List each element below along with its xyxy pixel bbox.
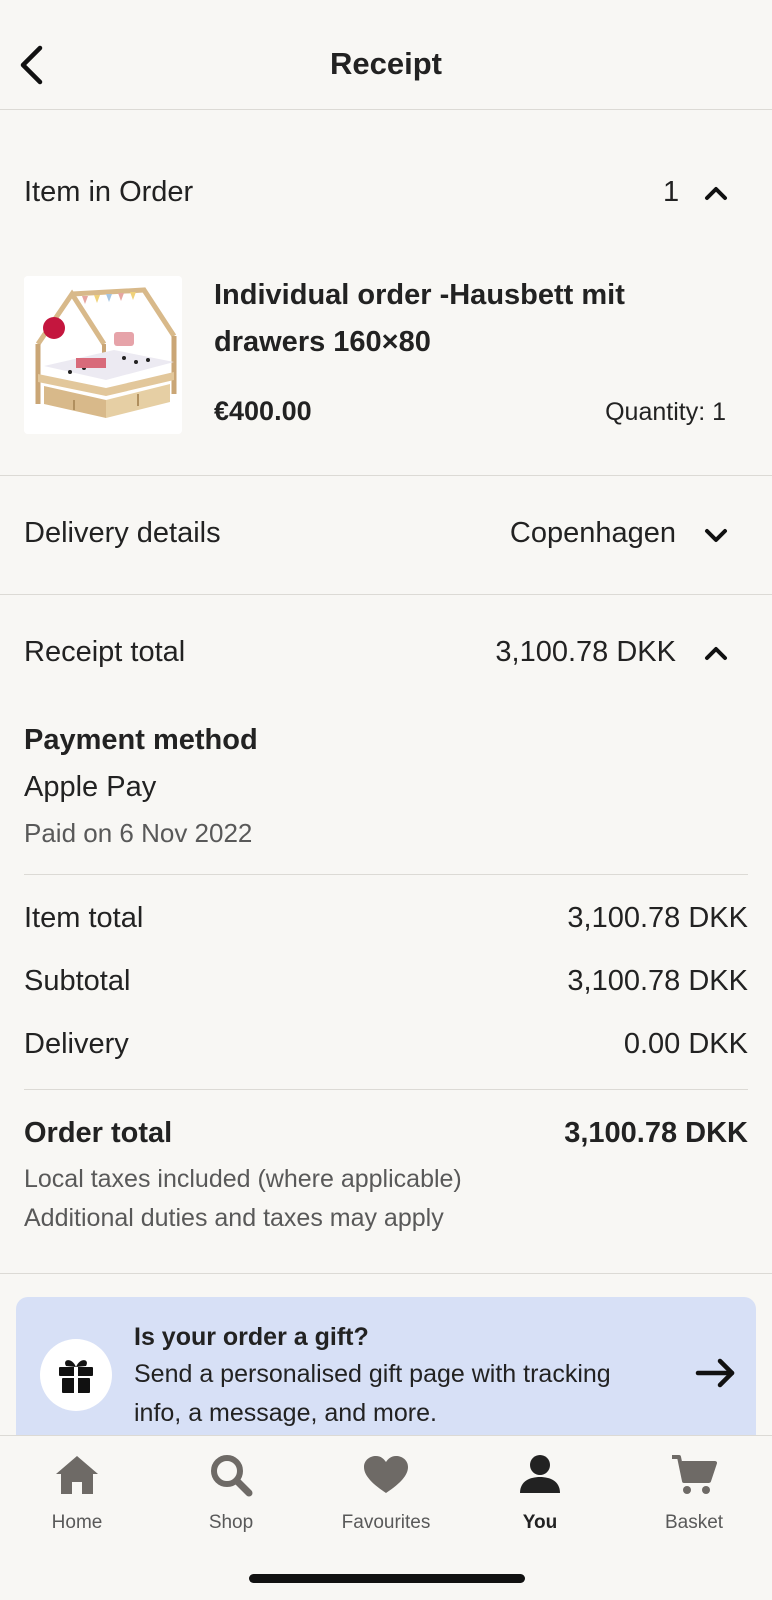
home-indicator bbox=[249, 1574, 525, 1583]
search-icon bbox=[206, 1450, 256, 1500]
divider bbox=[0, 1273, 772, 1274]
tab-label: You bbox=[522, 1512, 558, 1533]
chevron-up-icon bbox=[703, 180, 729, 206]
gift-banner[interactable]: Is your order a gift? Send a personalise… bbox=[16, 1297, 756, 1447]
delivery-cost-label: Delivery bbox=[24, 1028, 129, 1060]
order-total-label: Order total bbox=[24, 1117, 173, 1149]
receipt-total-toggle[interactable]: Receipt total 3,100.78 DKK bbox=[0, 626, 772, 682]
receipt-total-value: 3,100.78 DKK bbox=[495, 636, 676, 668]
divider bbox=[0, 594, 772, 595]
order-total-value: 3,100.78 DKK bbox=[564, 1117, 748, 1149]
gift-banner-title: Is your order a gift? bbox=[134, 1323, 369, 1351]
divider bbox=[24, 1089, 748, 1090]
items-in-order-toggle[interactable]: Item in Order 1 bbox=[0, 166, 772, 222]
payment-method-name: Apple Pay bbox=[24, 771, 157, 803]
delivery-details-label: Delivery details bbox=[24, 517, 221, 549]
arrow-right-icon[interactable] bbox=[694, 1355, 738, 1391]
items-count: 1 bbox=[663, 176, 680, 208]
tab-favourites[interactable]: Favourites bbox=[326, 1450, 446, 1550]
receipt-total-label: Receipt total bbox=[24, 636, 186, 668]
cart-icon bbox=[669, 1450, 719, 1500]
divider bbox=[0, 475, 772, 476]
payment-method-heading: Payment method bbox=[24, 724, 258, 756]
gift-banner-text: Send a personalised gift page with track… bbox=[134, 1360, 611, 1427]
subtotal-label: Subtotal bbox=[24, 965, 131, 997]
delivery-cost-value: 0.00 DKK bbox=[623, 1028, 748, 1060]
chevron-down-icon bbox=[703, 523, 729, 549]
gift-icon bbox=[40, 1339, 112, 1411]
subtotal-value: 3,100.78 DKK bbox=[567, 965, 748, 997]
delivery-details-toggle[interactable]: Delivery details Copenhagen bbox=[0, 507, 772, 563]
tab-label: Basket bbox=[664, 1512, 724, 1533]
heart-icon bbox=[361, 1450, 411, 1500]
items-in-order-label: Item in Order bbox=[24, 176, 194, 208]
divider bbox=[24, 874, 748, 875]
item-total-label: Item total bbox=[24, 902, 144, 934]
tab-home[interactable]: Home bbox=[17, 1450, 137, 1550]
duties-note: Additional duties and taxes may apply bbox=[24, 1204, 444, 1232]
tab-label: Shop bbox=[208, 1512, 254, 1533]
tab-shop[interactable]: Shop bbox=[171, 1450, 291, 1550]
person-icon bbox=[515, 1450, 565, 1500]
tax-note: Local taxes included (where applicable) bbox=[24, 1165, 462, 1193]
product-quantity: Quantity: 1 bbox=[605, 398, 726, 426]
item-total-value: 3,100.78 DKK bbox=[567, 902, 748, 934]
tab-you[interactable]: You bbox=[480, 1450, 600, 1550]
paid-on-date: Paid on 6 Nov 2022 bbox=[24, 818, 253, 848]
page-title: Receipt bbox=[330, 46, 442, 81]
home-icon bbox=[52, 1450, 102, 1500]
tab-label: Home bbox=[51, 1512, 103, 1533]
chevron-up-icon bbox=[703, 640, 729, 666]
product-title[interactable]: Individual order -Hausbett mit drawers 1… bbox=[214, 272, 734, 366]
product-image[interactable] bbox=[24, 276, 182, 434]
header: Receipt bbox=[0, 0, 772, 110]
tab-label: Favourites bbox=[341, 1512, 431, 1533]
delivery-city: Copenhagen bbox=[509, 517, 676, 549]
product-price: €400.00 bbox=[214, 396, 312, 426]
tab-basket[interactable]: Basket bbox=[634, 1450, 754, 1550]
